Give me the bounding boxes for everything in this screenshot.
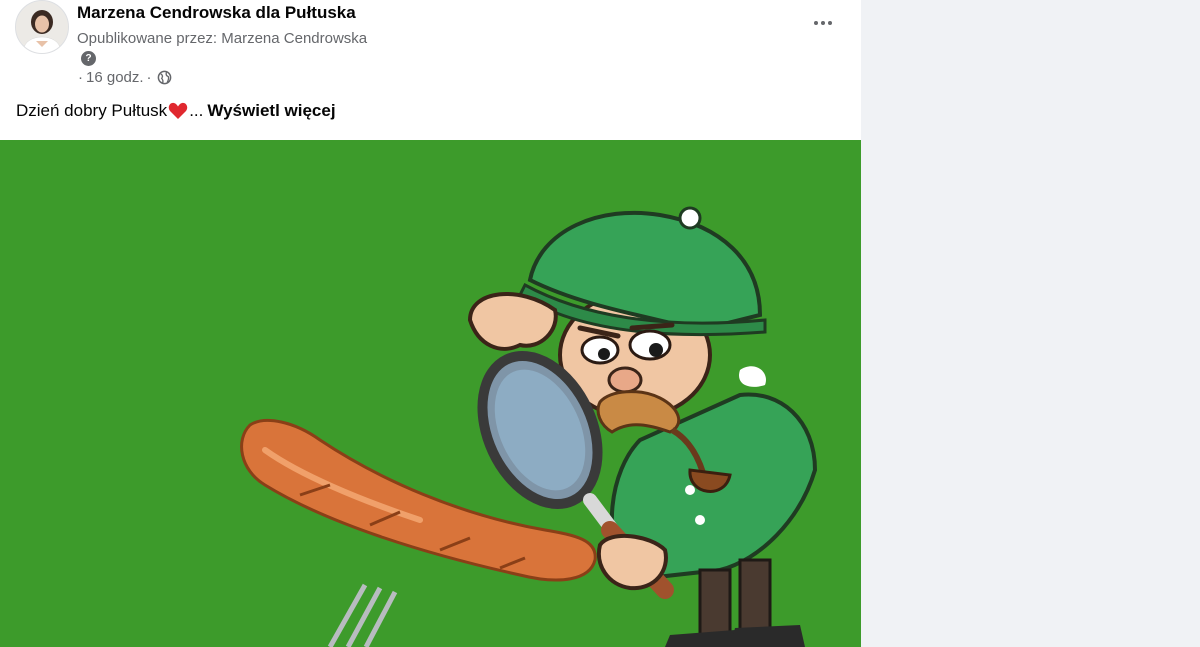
meta-separator: · [146,69,152,86]
post-message: Dzień dobry Pułtusk ... Wyświetl więcej [16,101,336,121]
published-by-prefix: Opublikowane przez: [77,30,218,47]
published-by-name[interactable]: Marzena Cendrowska [221,30,367,47]
author-name[interactable]: Marzena Cendrowska dla Pułtuska [77,3,356,23]
globe-icon [157,70,172,85]
message-text: Dzień dobry Pułtusk [16,101,168,120]
help-icon[interactable]: ? [81,51,96,66]
post-meta: · 16 godz. · [75,69,172,86]
feed-post: Marzena Cendrowska dla Pułtuska Opubliko… [0,0,861,647]
see-more-link[interactable]: Wyświetl więcej [207,101,335,121]
heart-icon [168,102,188,120]
post-timestamp[interactable]: 16 godz. [86,69,144,86]
author-avatar[interactable] [15,0,69,54]
published-by: Opublikowane przez: Marzena Cendrowska [77,30,367,47]
meta-separator: · [78,69,83,86]
post-image[interactable] [0,140,861,647]
message-ellipsis: ... [189,101,204,120]
more-options-icon[interactable] [806,8,840,38]
